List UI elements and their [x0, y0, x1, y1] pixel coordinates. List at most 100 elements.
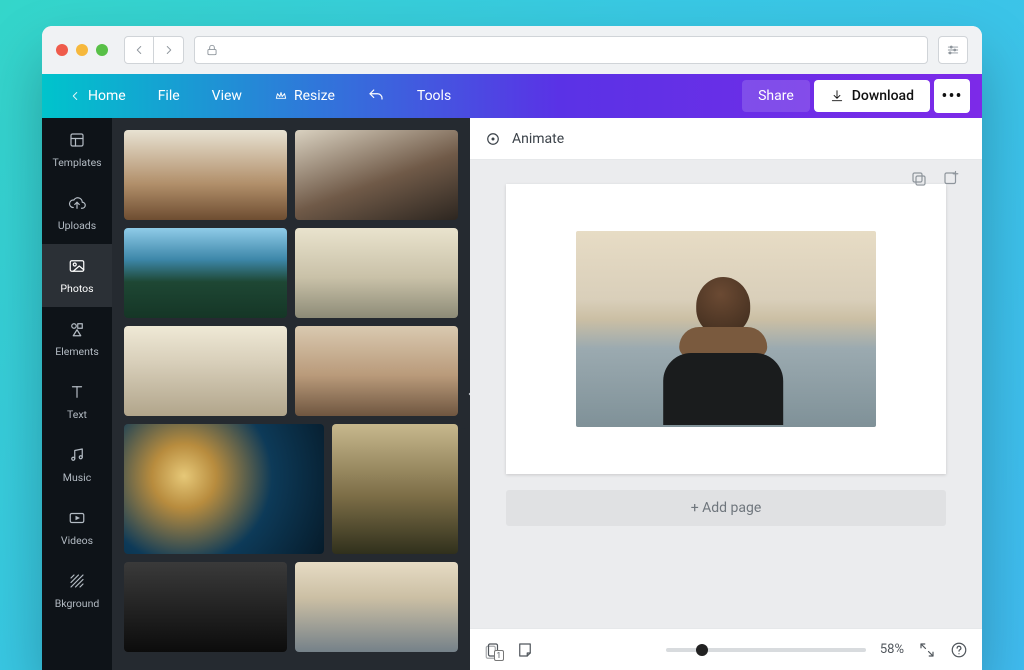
- zoom-slider[interactable]: [666, 648, 866, 652]
- animate-icon: [484, 130, 502, 148]
- url-bar[interactable]: [194, 36, 928, 64]
- canvas-area: Animate + Add page: [470, 118, 982, 670]
- undo-icon: [367, 87, 385, 105]
- download-button[interactable]: Download: [814, 80, 930, 112]
- photo-thumb[interactable]: [332, 424, 458, 554]
- page-actions: [910, 170, 960, 188]
- nav-back-button[interactable]: [124, 36, 154, 64]
- rail-elements-label: Elements: [55, 345, 99, 358]
- pages-button[interactable]: 1: [484, 641, 502, 659]
- rail-music-label: Music: [63, 471, 91, 484]
- more-menu-button[interactable]: •••: [934, 79, 970, 113]
- help-icon: [950, 641, 968, 659]
- view-label: View: [212, 88, 242, 104]
- bottom-bar: 1 58%: [470, 628, 982, 670]
- design-page[interactable]: [506, 184, 946, 474]
- file-menu[interactable]: File: [144, 82, 194, 110]
- duplicate-page-icon[interactable]: [910, 170, 928, 188]
- music-icon: [67, 445, 87, 465]
- share-label: Share: [758, 88, 794, 104]
- lock-icon: [205, 43, 219, 57]
- app-body: Templates Uploads Photos Elements: [42, 118, 982, 670]
- rail-templates[interactable]: Templates: [42, 118, 112, 181]
- new-page-icon[interactable]: [942, 170, 960, 188]
- close-window-dot[interactable]: [56, 44, 68, 56]
- app-window: Home File View Resize Tools Share Downlo…: [42, 26, 982, 670]
- rail-photos[interactable]: Photos: [42, 244, 112, 307]
- photo-thumb[interactable]: [124, 130, 287, 220]
- photo-thumb[interactable]: [124, 228, 287, 318]
- help-button[interactable]: [950, 641, 968, 659]
- rail-background-label: Bkground: [55, 597, 100, 610]
- rail-uploads-label: Uploads: [58, 219, 96, 232]
- rail-elements[interactable]: Elements: [42, 307, 112, 370]
- chevron-left-icon: [68, 89, 82, 103]
- view-menu[interactable]: View: [198, 82, 256, 110]
- window-traffic-lights: [56, 44, 108, 56]
- share-button[interactable]: Share: [742, 80, 810, 112]
- chevron-right-icon: [162, 43, 176, 57]
- elements-icon: [67, 319, 87, 339]
- note-icon: [516, 641, 534, 659]
- rail-videos[interactable]: Videos: [42, 496, 112, 559]
- fullscreen-icon: [918, 641, 936, 659]
- resize-menu[interactable]: Resize: [260, 82, 349, 110]
- browser-settings-button[interactable]: [938, 36, 968, 64]
- animate-button[interactable]: Animate: [512, 131, 564, 147]
- photo-thumb[interactable]: [124, 326, 287, 416]
- zoom-value: 58%: [880, 642, 904, 657]
- uploads-icon: [67, 193, 87, 213]
- photo-thumb[interactable]: [124, 424, 324, 554]
- download-icon: [830, 89, 844, 103]
- rail-videos-label: Videos: [61, 534, 93, 547]
- image-subject: [653, 277, 793, 427]
- undo-button[interactable]: [353, 81, 399, 111]
- home-label: Home: [88, 88, 126, 104]
- templates-icon: [67, 130, 87, 150]
- photo-thumb[interactable]: [295, 562, 458, 652]
- rail-text[interactable]: Text: [42, 370, 112, 433]
- photo-thumb[interactable]: [295, 326, 458, 416]
- tools-menu[interactable]: Tools: [403, 82, 465, 110]
- app-menu-bar: Home File View Resize Tools Share Downlo…: [42, 74, 982, 118]
- text-icon: [67, 382, 87, 402]
- fullscreen-button[interactable]: [918, 641, 936, 659]
- crown-icon: [274, 89, 288, 103]
- minimize-window-dot[interactable]: [76, 44, 88, 56]
- canvas-stage[interactable]: + Add page: [470, 160, 982, 628]
- add-page-label: + Add page: [691, 500, 762, 516]
- placed-image[interactable]: [576, 231, 876, 427]
- nav-forward-button[interactable]: [154, 36, 184, 64]
- photo-thumb[interactable]: [124, 562, 287, 652]
- photo-thumb[interactable]: [295, 228, 458, 318]
- notes-button[interactable]: [516, 641, 534, 659]
- add-page-button[interactable]: + Add page: [506, 490, 946, 526]
- photos-panel: [112, 118, 470, 670]
- file-label: File: [158, 88, 180, 104]
- tools-label: Tools: [417, 88, 451, 104]
- sliders-icon: [946, 43, 960, 57]
- home-menu[interactable]: Home: [54, 82, 140, 110]
- left-rail: Templates Uploads Photos Elements: [42, 118, 112, 670]
- rail-photos-label: Photos: [60, 282, 93, 295]
- photos-grid: [124, 130, 458, 652]
- zoom-slider-knob[interactable]: [696, 644, 708, 656]
- maximize-window-dot[interactable]: [96, 44, 108, 56]
- dots-icon: •••: [941, 86, 962, 107]
- photos-icon: [67, 256, 87, 276]
- download-label: Download: [852, 88, 914, 104]
- resize-label: Resize: [294, 88, 335, 104]
- context-toolbar: Animate: [470, 118, 982, 160]
- browser-chrome: [42, 26, 982, 74]
- rail-uploads[interactable]: Uploads: [42, 181, 112, 244]
- videos-icon: [67, 508, 87, 528]
- photo-thumb[interactable]: [295, 130, 458, 220]
- background-icon: [67, 571, 87, 591]
- chevron-left-icon: [132, 43, 146, 57]
- rail-text-label: Text: [67, 408, 87, 421]
- rail-templates-label: Templates: [52, 156, 101, 169]
- nav-buttons: [124, 36, 184, 64]
- rail-music[interactable]: Music: [42, 433, 112, 496]
- panel-collapse-handle[interactable]: [460, 359, 470, 429]
- rail-background[interactable]: Bkground: [42, 559, 112, 622]
